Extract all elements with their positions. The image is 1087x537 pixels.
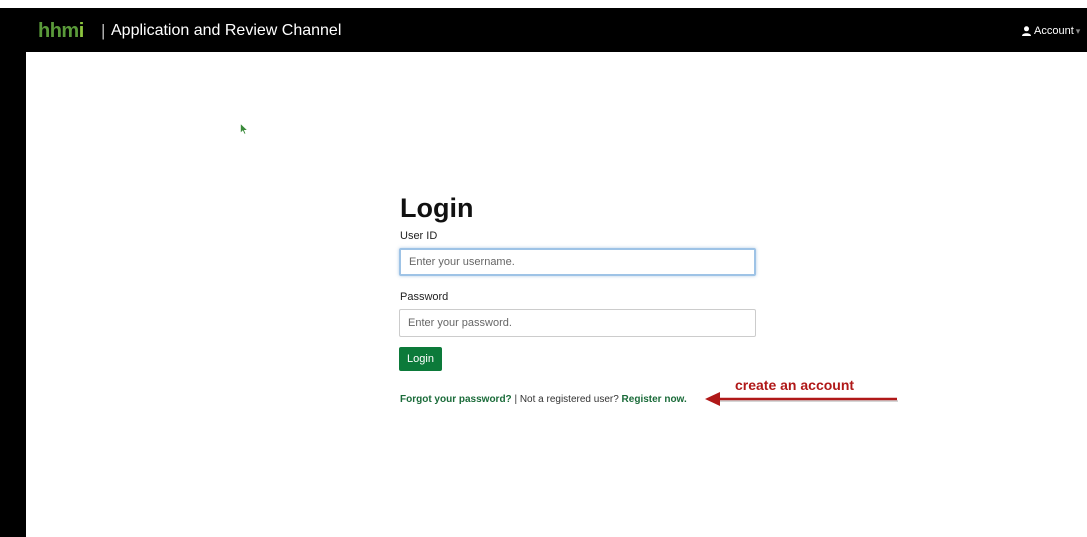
username-input[interactable] <box>399 248 756 276</box>
register-now-link[interactable]: Register now. <box>622 394 687 405</box>
logo-text: hhm <box>38 20 79 42</box>
forgot-password-link[interactable]: Forgot your password? <box>400 394 512 405</box>
account-menu-button[interactable]: Account ▾ <box>1022 23 1080 39</box>
top-margin <box>0 0 1087 8</box>
account-links: Forgot your password? | Not a registered… <box>400 393 687 406</box>
arrow-left-icon <box>705 392 898 406</box>
title-separator: | <box>101 21 106 40</box>
top-navbar: hhmi | Application and Review Channel Ac… <box>26 8 1087 52</box>
password-label: Password <box>400 291 449 303</box>
chevron-down-icon: ▾ <box>1075 26 1081 36</box>
logo-accent-letter: i <box>78 20 85 42</box>
left-black-border <box>0 8 26 537</box>
account-label: Account <box>1034 25 1074 37</box>
mouse-pointer-icon <box>240 123 248 135</box>
password-input[interactable] <box>399 309 756 337</box>
not-registered-text: | Not a registered user? <box>511 394 622 405</box>
app-title: Application and Review Channel <box>111 22 342 39</box>
login-heading: Login <box>400 193 474 223</box>
hhmi-logo[interactable]: hhmi <box>38 21 84 41</box>
user-icon <box>1022 26 1031 36</box>
user-id-label: User ID <box>400 230 438 242</box>
login-button[interactable]: Login <box>399 347 442 371</box>
